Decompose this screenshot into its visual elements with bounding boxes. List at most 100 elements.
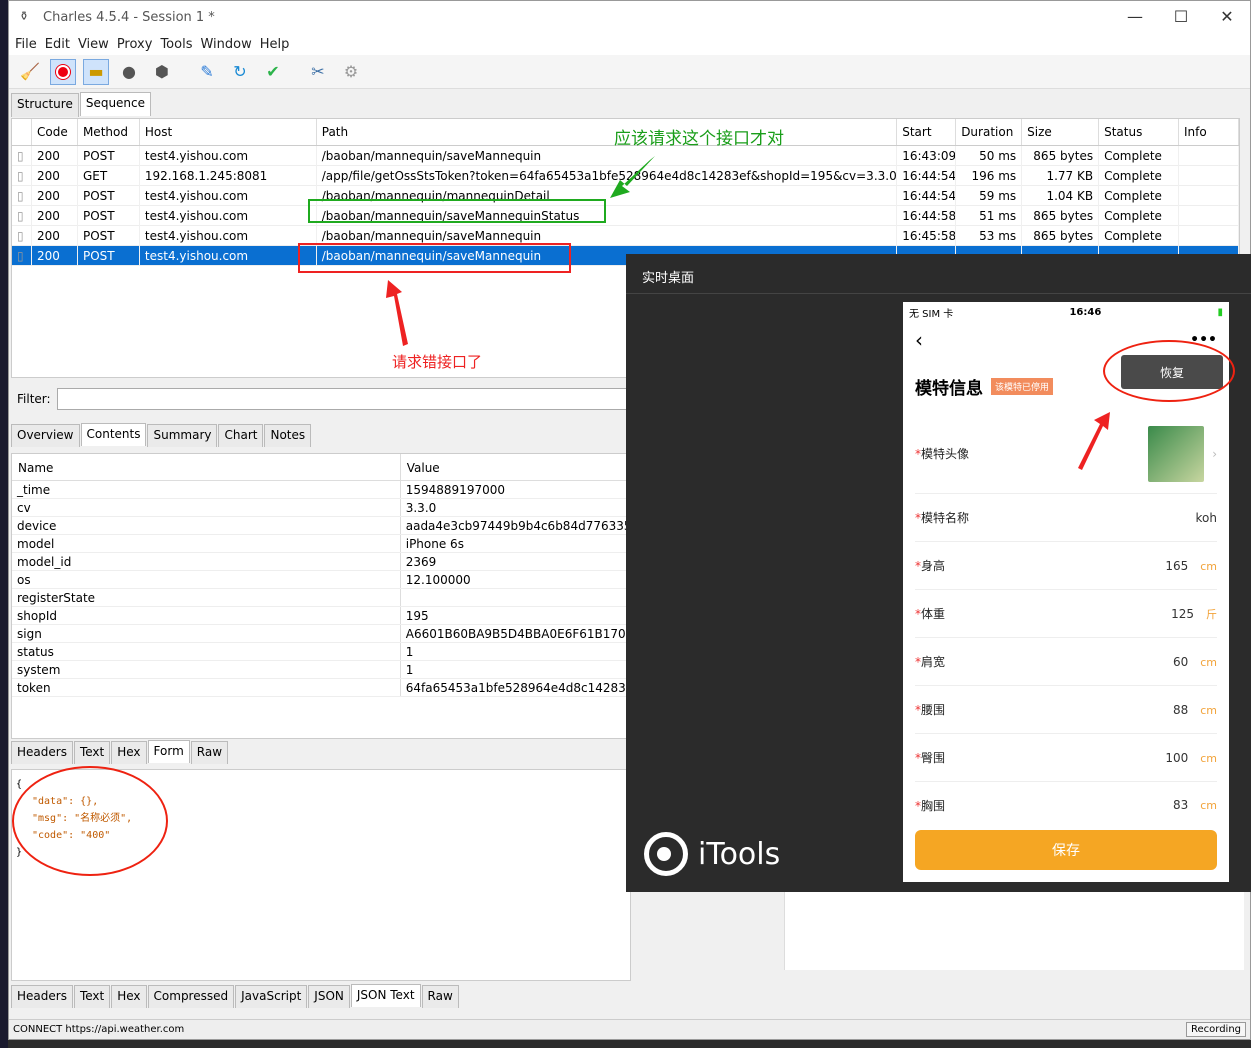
param-row[interactable]: model iPhone 6s xyxy=(12,535,630,553)
tab-resp-hex[interactable]: Hex xyxy=(111,985,147,1008)
check-icon[interactable]: ✔ xyxy=(260,59,286,85)
col-method[interactable]: Method xyxy=(78,119,140,145)
avatar xyxy=(1148,425,1205,482)
breakpoint-icon[interactable]: ⬢ xyxy=(149,59,175,85)
row-shoulder[interactable]: *肩宽 60 cm xyxy=(915,638,1217,686)
itools-logo: iTools xyxy=(644,832,780,876)
tab-req-headers[interactable]: Headers xyxy=(11,741,73,764)
table-row[interactable]: ▯ 200 POST test4.yishou.com/baoban/mannequi… xyxy=(12,225,1239,246)
col-size[interactable]: Size xyxy=(1022,119,1100,145)
menu-file[interactable]: File xyxy=(15,37,37,52)
row-waist[interactable]: *腰围 88 cm xyxy=(915,686,1217,734)
param-row[interactable]: os 12.100000 xyxy=(12,571,630,589)
param-row[interactable]: registerState xyxy=(12,589,630,607)
col-path[interactable]: Path xyxy=(317,119,898,145)
cell-path: /baoban/mannequin/saveMannequin xyxy=(317,145,898,166)
form-params-table: Name Value _time 1594889197000 cv 3.3.0 devi… xyxy=(11,453,631,739)
tab-structure[interactable]: Structure xyxy=(11,93,79,117)
menu-window[interactable]: Window xyxy=(200,37,251,52)
filter-input[interactable] xyxy=(56,388,631,410)
param-row[interactable]: cv 3.3.0 xyxy=(12,499,630,517)
menu-tools[interactable]: Tools xyxy=(160,37,192,52)
tools-icon[interactable]: ✂ xyxy=(305,59,331,85)
maximize-button[interactable]: ☐ xyxy=(1158,1,1204,31)
tab-resp-compressed[interactable]: Compressed xyxy=(147,985,235,1008)
refresh-icon[interactable]: ↻ xyxy=(227,59,253,85)
tab-resp-text[interactable]: Text xyxy=(73,985,111,1008)
row-avatar[interactable]: *模特头像 › xyxy=(915,414,1217,494)
table-row[interactable]: ▯ 200 POST test4.yishou.com/baoban/mannequi… xyxy=(12,145,1239,166)
param-row[interactable]: token 64fa65453a1bfe528964e4d8c14283ef xyxy=(12,679,630,697)
throttle-icon[interactable]: ▬ xyxy=(83,58,109,85)
col-status[interactable]: Status xyxy=(1099,119,1180,145)
view-tabs: Structure Sequence xyxy=(11,92,152,117)
tab-req-hex[interactable]: Hex xyxy=(111,741,147,764)
tab-resp-raw[interactable]: Raw xyxy=(421,985,459,1008)
tab-notes[interactable]: Notes xyxy=(264,424,312,447)
col-start[interactable]: Start xyxy=(897,119,957,145)
request-tabs: Headers Text Hex Form Raw xyxy=(11,740,229,764)
back-icon[interactable]: ‹ xyxy=(915,328,923,352)
turtle-icon[interactable]: ● xyxy=(116,59,142,85)
param-name: token xyxy=(12,679,401,696)
settings-icon[interactable]: ⚙ xyxy=(338,59,364,85)
row-hip[interactable]: *臀围 100 cm xyxy=(915,734,1217,782)
minimize-button[interactable]: — xyxy=(1112,1,1158,31)
param-value: iPhone 6s xyxy=(405,537,464,551)
param-row[interactable]: _time 1594889197000 xyxy=(12,481,630,499)
menu-edit[interactable]: Edit xyxy=(45,37,70,52)
save-button[interactable]: 保存 xyxy=(915,830,1217,870)
col-info[interactable]: Info xyxy=(1179,119,1239,145)
request-icon: ▯ xyxy=(12,165,32,186)
tab-req-raw[interactable]: Raw xyxy=(190,741,229,764)
menu-proxy[interactable]: Proxy xyxy=(117,37,153,52)
row-name[interactable]: *模特名称 koh xyxy=(915,494,1217,542)
table-row[interactable]: ▯ 200 POST test4.yishou.com/baoban/mannequi… xyxy=(12,185,1239,206)
col-value[interactable]: Value xyxy=(401,454,630,480)
tab-overview[interactable]: Overview xyxy=(11,424,80,447)
col-name[interactable]: Name xyxy=(12,454,401,480)
tab-contents[interactable]: Contents xyxy=(80,423,147,446)
param-row[interactable]: sign A6601B60BA9B5D4BBA0E6F61B170B5 xyxy=(12,625,630,643)
row-chest[interactable]: *胸围 83 cm xyxy=(915,782,1217,828)
tab-resp-json-text[interactable]: JSON Text xyxy=(350,984,421,1007)
row-weight[interactable]: *体重 125 斤 xyxy=(915,590,1217,638)
param-row[interactable]: system 1 xyxy=(12,661,630,679)
itools-logo-text: iTools xyxy=(698,836,781,872)
param-row[interactable]: model_id 2369 xyxy=(12,553,630,571)
itools-title: 实时桌面 xyxy=(642,271,695,286)
tab-resp-headers[interactable]: Headers xyxy=(11,985,73,1008)
tab-req-text[interactable]: Text xyxy=(73,741,111,764)
row-height[interactable]: *身高 165 cm xyxy=(915,542,1217,590)
tab-summary[interactable]: Summary xyxy=(147,424,218,447)
menu-view[interactable]: View xyxy=(78,37,109,52)
record-icon[interactable] xyxy=(50,58,76,85)
param-name: status xyxy=(12,643,401,660)
tab-chart[interactable]: Chart xyxy=(218,424,264,447)
col-duration[interactable]: Duration xyxy=(956,119,1023,145)
param-name: registerState xyxy=(12,589,401,606)
pen-icon[interactable]: ✎ xyxy=(194,59,220,85)
recording-badge[interactable]: Recording xyxy=(1185,1022,1246,1037)
cell-code: 200 xyxy=(32,245,78,266)
menu-help[interactable]: Help xyxy=(260,37,290,52)
param-row[interactable]: status 1 xyxy=(12,643,630,661)
table-row[interactable]: ▯ 200 GET 192.168.1.245:8081/app/file/getOs… xyxy=(12,165,1239,186)
broom-icon[interactable]: 🧹 xyxy=(17,59,43,85)
tab-req-form[interactable]: Form xyxy=(147,740,190,763)
cell-host: test4.yishou.com xyxy=(140,245,317,266)
param-row[interactable]: device aada4e3cb97449b9b4c6b84d776335b xyxy=(12,517,630,535)
cell-code: 200 xyxy=(32,185,78,206)
col-code[interactable]: Code xyxy=(32,119,78,145)
cell-status: Complete xyxy=(1099,165,1180,186)
tab-resp-json[interactable]: JSON xyxy=(308,985,350,1008)
col-host[interactable]: Host xyxy=(140,119,317,145)
cell-method: POST xyxy=(78,205,140,226)
close-button[interactable]: ✕ xyxy=(1204,1,1250,31)
tab-sequence[interactable]: Sequence xyxy=(79,92,152,116)
param-row[interactable]: shopId 195 xyxy=(12,607,630,625)
tab-resp-javascript[interactable]: JavaScript xyxy=(235,985,308,1008)
param-name: system xyxy=(12,661,401,678)
table-row[interactable]: ▯ 200 POST test4.yishou.com/baoban/mannequi… xyxy=(12,205,1239,226)
param-name: device xyxy=(12,517,401,534)
